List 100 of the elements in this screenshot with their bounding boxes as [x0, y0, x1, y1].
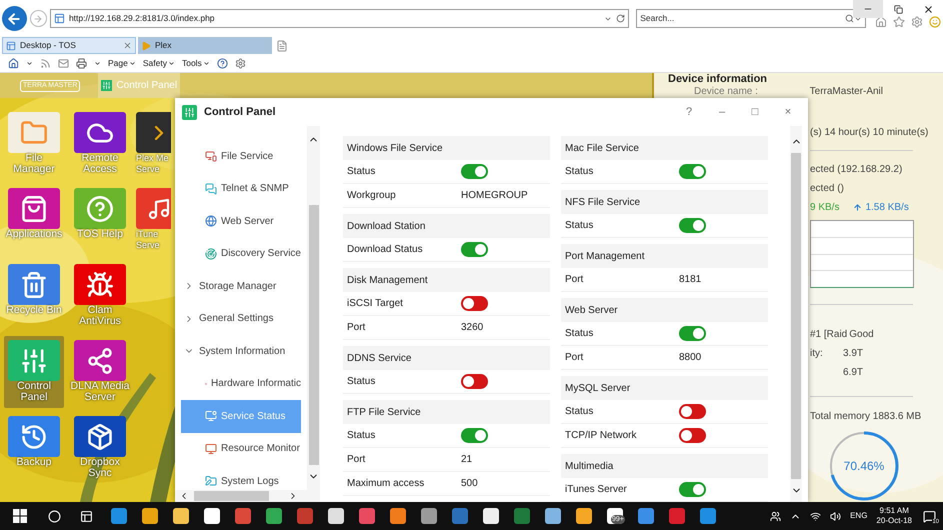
- tools-icon[interactable]: [234, 58, 246, 68]
- home-icon[interactable]: [875, 16, 887, 28]
- field-label: Workgroup: [347, 189, 397, 203]
- help-icon[interactable]: [216, 58, 228, 68]
- sidebar-group[interactable]: System Information: [175, 335, 307, 368]
- network-status: ected (192.168.29.2): [810, 163, 904, 177]
- app-label: Panel: [20, 392, 48, 403]
- field-label: iSCSI Target: [347, 297, 404, 311]
- mail-icon[interactable]: [58, 58, 69, 68]
- field-value: 8800: [679, 351, 702, 365]
- browser-tab[interactable]: Plex: [138, 37, 272, 54]
- field-value: 500: [461, 477, 478, 491]
- window-button[interactable]: □: [742, 104, 768, 120]
- windows-logo-icon[interactable]: [13, 509, 27, 523]
- scrollbar[interactable]: [175, 490, 320, 502]
- task-view-icon[interactable]: [80, 510, 93, 522]
- window-button[interactable]: ×: [775, 104, 801, 120]
- app-label: Clam: [88, 305, 112, 316]
- language-indicator[interactable]: ENG: [850, 510, 868, 522]
- folder-icon: [205, 475, 217, 488]
- app-label: Access: [83, 164, 117, 175]
- taskbar-app-icon[interactable]: [328, 508, 344, 524]
- scrollbar[interactable]: [790, 126, 802, 502]
- app-label: Dropbox: [80, 457, 120, 468]
- sliders-icon: [182, 104, 197, 120]
- home-icon[interactable]: [8, 58, 19, 68]
- taskbar-app-icon[interactable]: [483, 508, 499, 524]
- caret-icon: [168, 60, 175, 66]
- dropdown-icon[interactable]: [94, 60, 101, 66]
- sidebar-item[interactable]: Web Server: [181, 205, 301, 238]
- globe-icon: [205, 215, 217, 228]
- toggle-switch[interactable]: [679, 164, 706, 179]
- sidebar-group[interactable]: Storage Manager: [175, 270, 307, 302]
- app-label: Serve: [136, 240, 160, 251]
- printer-icon[interactable]: [76, 58, 87, 68]
- app-label: Manager: [13, 164, 55, 175]
- new-tab-icon[interactable]: [276, 40, 288, 52]
- window-button[interactable]: –: [709, 104, 735, 120]
- field-value: 8181: [679, 273, 702, 287]
- volume-status: Good: [849, 328, 874, 342]
- sidebar-item[interactable]: Hardware Informatic: [181, 368, 301, 400]
- section-header: FTP File Service: [343, 400, 550, 424]
- toggle-switch[interactable]: [461, 428, 488, 443]
- toggle-switch[interactable]: [461, 374, 488, 389]
- app-label: Server: [84, 392, 116, 403]
- chat-icon: [205, 182, 217, 195]
- question-mark-icon: [86, 194, 114, 222]
- people-icon[interactable]: [770, 510, 782, 522]
- sidebar-item[interactable]: Telnet & SNMP: [181, 172, 301, 205]
- taskbar-app-icon[interactable]: [390, 508, 406, 524]
- field-label: Status: [565, 405, 594, 419]
- menu-button[interactable]: Page: [108, 56, 136, 70]
- toggle-switch[interactable]: [461, 164, 488, 179]
- toggle-switch[interactable]: [461, 296, 488, 311]
- taskbar-app-icon[interactable]: [204, 508, 220, 524]
- search-icon[interactable]: [845, 14, 854, 23]
- back-button[interactable]: [2, 6, 27, 31]
- sidebar-item[interactable]: Resource Monitor: [181, 432, 301, 465]
- sidebar-group[interactable]: General Settings: [175, 302, 307, 335]
- menu-button[interactable]: Safety: [142, 56, 175, 70]
- desktop-icon[interactable]: Control Panel: [4, 336, 64, 408]
- taskbar-app-icon[interactable]: [421, 508, 437, 524]
- window-button[interactable]: ?: [676, 104, 702, 120]
- volume-icon[interactable]: [830, 510, 842, 522]
- sliders-icon: [20, 346, 48, 374]
- sidebar-item[interactable]: File Service: [181, 140, 301, 172]
- toggle-switch[interactable]: [679, 428, 706, 443]
- desktop-icon[interactable]: Dropbox Sync: [70, 412, 130, 484]
- toggle-switch[interactable]: [461, 242, 488, 257]
- feed-icon[interactable]: [40, 58, 51, 68]
- field-value: 3260: [461, 321, 484, 335]
- taskbar-app-icon[interactable]: [142, 508, 158, 524]
- radar-icon: [205, 248, 217, 260]
- taskbar-app-icon[interactable]: [173, 508, 189, 524]
- app-label: Remote: [82, 153, 118, 164]
- app-label: DLNA Media: [70, 381, 130, 392]
- app-label: AntiVirus: [79, 316, 121, 327]
- toggle-switch[interactable]: [679, 404, 706, 419]
- play-icon: [141, 40, 151, 50]
- sidebar-item[interactable]: System Logs: [181, 465, 301, 490]
- sidebar-item[interactable]: Discovery Service: [181, 238, 301, 270]
- taskbar-app-icon[interactable]: [576, 508, 592, 524]
- app-label: Backup: [16, 457, 52, 468]
- taskbar-app-icon[interactable]: [545, 508, 561, 524]
- menu-button[interactable]: Tools: [182, 56, 210, 70]
- field-label: TCP/IP Network: [565, 429, 638, 443]
- toggle-switch[interactable]: [679, 482, 706, 497]
- settings-icon[interactable]: [911, 16, 923, 28]
- wifi-icon[interactable]: [810, 510, 822, 522]
- clock[interactable]: 9:51 AM 20-Oct-18: [876, 506, 912, 526]
- scrollbar[interactable]: [307, 126, 320, 490]
- toggle-switch[interactable]: [679, 218, 706, 233]
- search-field[interactable]: Search...: [636, 9, 866, 28]
- browser-tab[interactable]: Desktop - TOS: [2, 37, 136, 54]
- toggle-switch[interactable]: [679, 326, 706, 341]
- download-speed: 9 KB/s: [810, 201, 840, 215]
- address-field[interactable]: http://192.168.29.2:8181/3.0/index.php: [50, 9, 630, 28]
- refresh-icon[interactable]: [616, 14, 626, 23]
- dropdown-icon[interactable]: [26, 60, 33, 66]
- close-tab-icon[interactable]: [123, 41, 132, 50]
